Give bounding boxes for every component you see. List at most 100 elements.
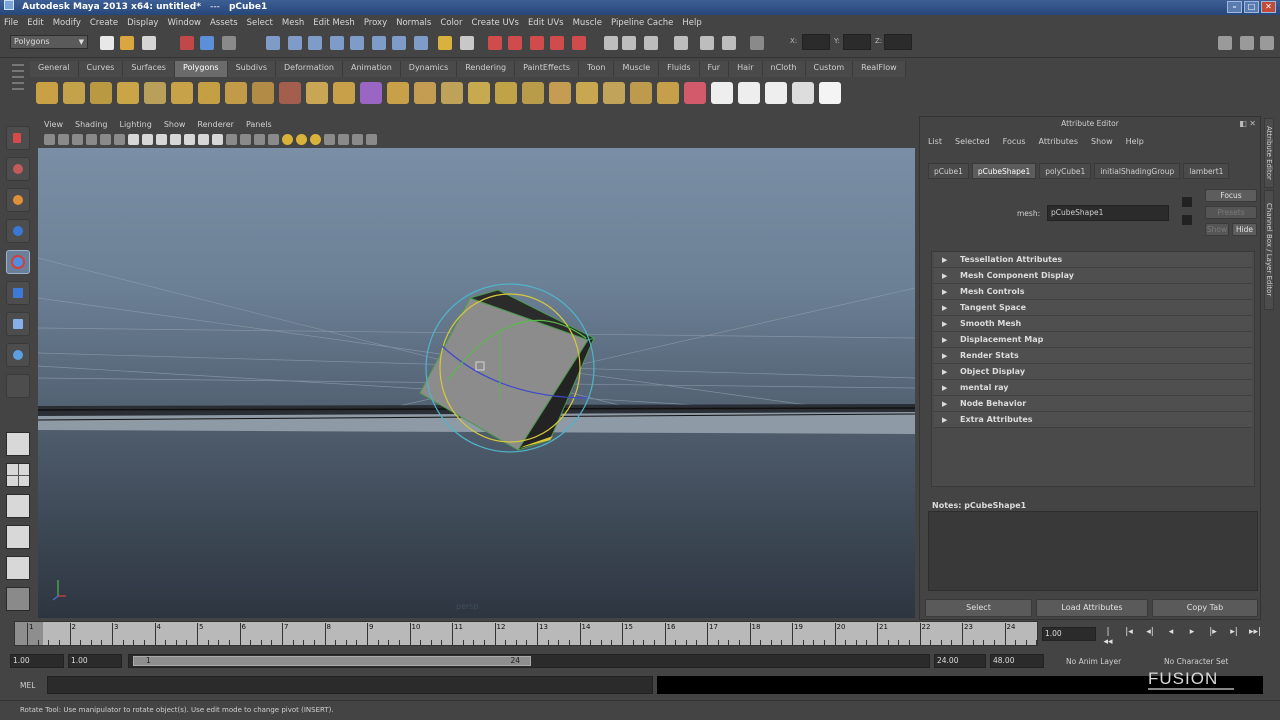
section-extra-attributes[interactable]: ▶ Extra Attributes (934, 412, 1252, 428)
pick-deformations-icon[interactable] (372, 36, 386, 50)
command-line-input[interactable] (47, 676, 653, 694)
open-scene-icon[interactable] (120, 36, 134, 50)
shelf-tool-icon[interactable] (360, 82, 382, 104)
shelf-tool-icon[interactable] (792, 82, 814, 104)
go-to-input-icon[interactable] (1182, 197, 1192, 207)
menu-display[interactable]: Display (127, 18, 158, 28)
menu-set-dropdown[interactable]: Polygons ▼ (10, 35, 88, 49)
default-lighting-icon[interactable] (282, 134, 293, 145)
minimize-button[interactable]: – (1227, 1, 1242, 13)
shelf-tool-icon[interactable] (495, 82, 517, 104)
shelf-tab-fluids[interactable]: Fluids (659, 61, 700, 77)
ae-menu-help[interactable]: Help (1126, 137, 1144, 146)
highlight-selection-icon[interactable] (460, 36, 474, 50)
current-frame-field[interactable]: 1.00 (1042, 627, 1096, 641)
image-plane-icon[interactable] (86, 134, 97, 145)
shelf-tab-deformation[interactable]: Deformation (276, 61, 343, 77)
new-scene-icon[interactable] (100, 36, 114, 50)
shelf-tab-curves[interactable]: Curves (78, 61, 124, 77)
xray-icon[interactable] (338, 134, 349, 145)
ae-menu-list[interactable]: List (928, 137, 942, 146)
close-button[interactable]: ✕ (1261, 1, 1276, 13)
safe-title-icon[interactable] (212, 134, 223, 145)
pick-dynamics-icon[interactable] (392, 36, 406, 50)
menu-create[interactable]: Create (90, 18, 118, 28)
shelf-tool-icon[interactable] (252, 82, 274, 104)
smooth-shade-icon[interactable] (240, 134, 251, 145)
pick-handles-icon[interactable] (288, 36, 302, 50)
ae-tab-pcubeshape1[interactable]: pCubeShape1 (971, 163, 1037, 179)
render-current-frame-icon[interactable] (622, 36, 636, 50)
panel-float-close-icons[interactable]: ◧ ✕ (1239, 119, 1256, 128)
shelf-tab-polygons[interactable]: Polygons (174, 61, 228, 77)
grease-pencil-icon[interactable] (100, 134, 111, 145)
shelf-tool-icon[interactable] (333, 82, 355, 104)
construction-history-icon[interactable] (604, 36, 618, 50)
menu-mesh[interactable]: Mesh (282, 18, 304, 28)
all-lights-icon[interactable] (296, 134, 307, 145)
pick-curves-icon[interactable] (330, 36, 344, 50)
shelf-tab-ncloth[interactable]: nCloth (762, 61, 806, 77)
shelf-tool-icon[interactable] (387, 82, 409, 104)
input-line-mode-icon[interactable] (750, 36, 764, 50)
pick-mask-icon[interactable] (266, 36, 280, 50)
section-mesh-component-display[interactable]: ▶ Mesh Component Display (934, 268, 1252, 284)
shelf-tool-icon[interactable] (117, 82, 139, 104)
toggle-channel-box-icon[interactable] (1260, 36, 1274, 50)
step-back-frame-button[interactable]: ◂| (1144, 627, 1156, 647)
animation-end-field[interactable]: 48.00 (990, 654, 1044, 668)
menu-normals[interactable]: Normals (396, 18, 431, 28)
menu-proxy[interactable]: Proxy (364, 18, 387, 28)
playback-end-field[interactable]: 24.00 (934, 654, 986, 668)
panel-menu-shading[interactable]: Shading (75, 120, 108, 129)
hypershade-layout-icon[interactable] (6, 556, 30, 580)
animation-start-field[interactable]: 1.00 (10, 654, 64, 668)
side-tab-attribute-editor[interactable]: Attribute Editor (1264, 118, 1274, 188)
shelf-tool-icon[interactable] (306, 82, 328, 104)
shelf-tab-rendering[interactable]: Rendering (457, 61, 516, 77)
select-object-icon[interactable] (200, 36, 214, 50)
wireframe-on-shaded-icon[interactable] (268, 134, 279, 145)
snap-curve-icon[interactable] (508, 36, 522, 50)
character-set-dropdown[interactable]: No Character Set (1164, 657, 1228, 666)
step-forward-key-button[interactable]: ▸| (1228, 627, 1240, 647)
playback-start-field[interactable]: 1.00 (68, 654, 122, 668)
menu-assets[interactable]: Assets (210, 18, 238, 28)
shelf-tool-icon[interactable] (765, 82, 787, 104)
toggle-tool-settings-icon[interactable] (1240, 36, 1254, 50)
section-render-stats[interactable]: ▶ Render Stats (934, 348, 1252, 364)
select-hierarchy-icon[interactable] (180, 36, 194, 50)
universal-manipulator-icon[interactable] (6, 312, 30, 336)
save-scene-icon[interactable] (142, 36, 156, 50)
range-slider-handle[interactable]: 1 24 (133, 656, 531, 666)
shelf-tool-icon[interactable] (441, 82, 463, 104)
shadows-icon[interactable] (310, 134, 321, 145)
shelf-tab-custom[interactable]: Custom (805, 61, 854, 77)
ae-menu-attributes[interactable]: Attributes (1039, 137, 1079, 146)
panel-menu-view[interactable]: View (44, 120, 63, 129)
shelf-tab-fur[interactable]: Fur (699, 61, 730, 77)
panel-menu-panels[interactable]: Panels (246, 120, 272, 129)
focus-button[interactable]: Focus (1205, 189, 1257, 202)
persp-graph-layout-icon[interactable] (6, 525, 30, 549)
go-to-output-icon[interactable] (1182, 215, 1192, 225)
isolate-select-icon[interactable] (324, 134, 335, 145)
outliner-layout-icon[interactable] (6, 587, 30, 611)
shelf-tool-icon[interactable] (549, 82, 571, 104)
menu-modify[interactable]: Modify (53, 18, 81, 28)
rotate-tool-icon[interactable] (6, 250, 30, 274)
play-forwards-button[interactable]: ▸ (1186, 627, 1198, 647)
time-slider[interactable]: 1 2 3 4 5 6 7 8 9 10 11 12 13 14 15 16 17 18 19 20 21 22 23 24 (14, 621, 1038, 646)
shelf-tool-icon[interactable] (711, 82, 733, 104)
2d-pan-zoom-icon[interactable] (114, 134, 125, 145)
anim-layer-dropdown[interactable]: No Anim Layer (1066, 657, 1121, 666)
camera-attributes-icon[interactable] (58, 134, 69, 145)
field-chart-icon[interactable] (184, 134, 195, 145)
toggle-attribute-editor-icon[interactable] (1218, 36, 1232, 50)
ae-menu-show[interactable]: Show (1091, 137, 1113, 146)
select-camera-icon[interactable] (44, 134, 55, 145)
shelf-tool-icon[interactable] (576, 82, 598, 104)
presets-button[interactable]: Presets (1205, 206, 1257, 219)
play-backwards-button[interactable]: ◂ (1165, 627, 1177, 647)
shelf-tab-hair[interactable]: Hair (729, 61, 763, 77)
